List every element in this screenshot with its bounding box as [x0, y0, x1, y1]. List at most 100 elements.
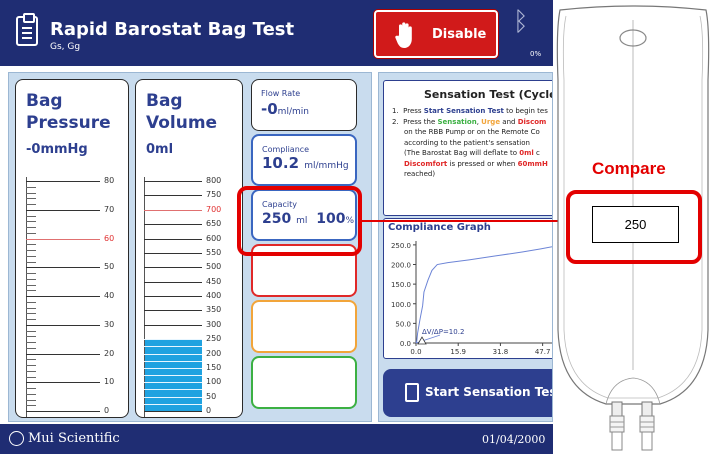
scale-tick	[26, 238, 100, 240]
scale-minor-tick	[26, 250, 36, 251]
volume-fill-line	[144, 382, 202, 384]
scale-tick-label: 50	[206, 391, 217, 401]
scale-tick-label: 400	[206, 291, 222, 300]
scale-minor-tick	[26, 319, 36, 320]
sensation-button[interactable]	[251, 356, 357, 409]
scale-minor-tick	[26, 342, 36, 343]
scale-minor-tick	[26, 388, 36, 389]
flow-rate-label: Flow Rate	[261, 89, 301, 98]
compare-value-box: 250	[592, 206, 679, 243]
scale-minor-tick	[26, 192, 36, 194]
scale-minor-tick	[26, 313, 36, 315]
scale-minor-tick	[26, 186, 36, 188]
scale-minor-tick	[26, 221, 36, 223]
y-tick-label: 50.0	[395, 320, 411, 328]
scale-tick-label: 250	[206, 334, 222, 344]
scale-tick	[144, 324, 202, 326]
scale-tick	[26, 209, 100, 211]
capacity-highlight	[237, 186, 362, 256]
scale-tick	[26, 181, 100, 182]
scale-minor-tick	[26, 198, 36, 200]
scale-minor-tick	[26, 393, 36, 395]
scale-tick-label: 80	[104, 176, 115, 185]
clipboard-icon	[16, 13, 38, 46]
compliance-value: 10.2 ml/mmHg	[262, 154, 349, 172]
scale-tick-label: 750	[206, 190, 222, 200]
disable-label: Disable	[432, 27, 487, 42]
scale-minor-tick	[26, 376, 36, 378]
y-tick-label: 250.0	[391, 242, 411, 250]
scale-minor-tick	[26, 227, 36, 228]
compare-value: 250	[624, 217, 647, 232]
scale-tick-label: 20	[104, 348, 115, 358]
scale-tick	[26, 324, 100, 326]
scale-tick-label: 700	[206, 204, 222, 214]
disable-button[interactable]: Disable	[374, 10, 498, 58]
scale-tick	[144, 238, 202, 240]
scale-minor-tick	[26, 284, 36, 286]
compliance-label: Compliance	[262, 145, 310, 154]
scale-tick	[144, 209, 202, 211]
sensation-instructions: Sensation Test (Cycle 1. Press Start Sen…	[383, 80, 552, 216]
bag-pressure-card: Bag Pressure -0mmHg 80 70 60 50 40 30 20 10 0	[15, 79, 129, 418]
scale-tick-label: 500	[206, 262, 222, 272]
scale-tick	[144, 411, 202, 412]
scale-minor-tick	[26, 215, 36, 217]
compliance-graph: Compliance Graph 250.0 200.0 150.0 100.0 50.…	[383, 218, 552, 359]
scale-tick-label: 10	[104, 377, 115, 387]
scale-minor-tick	[26, 405, 36, 407]
bag-volume-value: 0ml	[146, 142, 174, 157]
scale-tick-label: 300	[206, 319, 222, 329]
app-header: Rapid Barostat Bag Test Gs, Gg Disable ᛒ…	[0, 0, 553, 66]
bag-pressure-title: Bag Pressure	[26, 91, 111, 133]
start-sensation-test-button[interactable]: Start Sensation Test	[383, 369, 552, 417]
brand-label: Mui Scientific	[28, 431, 120, 446]
scale-minor-tick	[26, 255, 36, 257]
scale-minor-tick	[26, 301, 36, 303]
scale-tick-label: 0	[206, 406, 212, 415]
compare-connector-line	[362, 220, 566, 222]
scale-tick	[144, 310, 202, 312]
x-tick-label: 31.8	[493, 348, 509, 356]
scale-minor-tick	[26, 273, 36, 274]
scale-tick-label: 70	[104, 204, 115, 214]
scale-tick-label: 350	[206, 305, 222, 315]
y-tick-label: 100.0	[391, 301, 411, 309]
volume-scale: 800 750 700 650 600 550 500 450 400 350 300 250 200 1…	[144, 176, 236, 417]
scale-minor-tick	[26, 244, 36, 246]
scale-tick	[144, 296, 202, 297]
slope-annotation: ΔV/ΔP=10.2	[422, 328, 464, 336]
scale-tick-label: 60	[104, 233, 115, 243]
app-subtitle: Gs, Gg	[50, 42, 81, 52]
scale-tick-label: 0	[104, 406, 110, 415]
scale-tick	[144, 281, 202, 283]
scale-minor-tick	[26, 359, 36, 361]
scale-tick-label: 550	[206, 247, 222, 257]
y-tick-label: 150.0	[391, 281, 411, 289]
scale-tick-label: 650	[206, 219, 222, 229]
bag-volume-card: Bag Volume 0ml 800 750 700 650 600 550 500 450 4…	[135, 79, 243, 418]
volume-fill-line	[144, 346, 202, 348]
scale-tick-label: 450	[206, 276, 222, 286]
scale-minor-tick	[26, 278, 36, 280]
scale-minor-tick	[26, 370, 36, 372]
power-icon	[9, 431, 24, 446]
scale-tick	[144, 195, 202, 197]
scale-tick	[144, 224, 202, 226]
x-tick-label: 15.9	[450, 348, 466, 356]
hand-stop-icon	[395, 22, 412, 48]
app-title: Rapid Barostat Bag Test	[50, 19, 295, 40]
sensation-panel: Sensation Test (Cycle 1. Press Start Sen…	[378, 72, 553, 422]
graph-title: Compliance Graph	[388, 222, 491, 233]
clipboard-icon	[405, 383, 419, 402]
scale-tick	[144, 267, 202, 269]
x-tick-label: 0.0	[410, 348, 421, 356]
bag-volume-title: Bag Volume	[146, 91, 218, 133]
pressure-scale: 80 70 60 50 40 30 20 10 0	[26, 176, 126, 417]
scale-minor-tick	[26, 232, 36, 234]
bag-pressure-value: -0mmHg	[26, 142, 88, 157]
scale-tick	[26, 411, 100, 412]
scale-tick	[26, 267, 100, 269]
urge-button[interactable]	[251, 300, 357, 353]
volume-fill-line	[144, 367, 202, 369]
